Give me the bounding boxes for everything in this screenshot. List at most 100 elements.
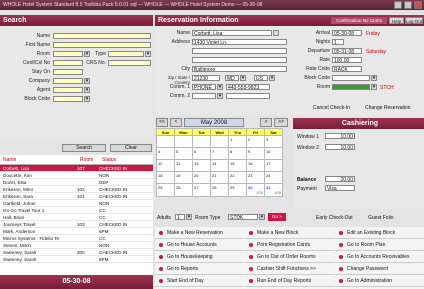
calendar-day-cell[interactable]: 23	[246, 171, 265, 184]
window2-input[interactable]: 10.00	[325, 144, 355, 151]
calendar-day-cell[interactable]: 15	[228, 159, 247, 172]
res-name-input[interactable]: Corbett, Lisa	[192, 30, 272, 37]
agent-input[interactable]	[53, 87, 83, 93]
action-link[interactable]: Print Registration Cards	[245, 239, 334, 251]
country-dropdown-button[interactable]: ▾	[269, 75, 275, 81]
departure-input[interactable]: 05-31-08	[332, 48, 362, 55]
stay-on-input[interactable]	[53, 69, 83, 75]
guest-list-row[interactable]: Go Go Travel Tour 1 CC	[0, 207, 153, 214]
company-input[interactable]	[53, 78, 83, 84]
calendar-day-cell[interactable]: 4	[156, 147, 175, 160]
close-button[interactable]	[414, 1, 422, 9]
calendar-day-cell[interactable]: 3	[264, 135, 283, 148]
comm2-type-dropdown-button[interactable]: ▾	[217, 93, 223, 99]
calendar-day-cell[interactable]: 26	[174, 183, 193, 197]
crs-input[interactable]	[108, 60, 151, 66]
guest-list-row[interactable]: Micros Systems - Fidelio Te CC	[0, 235, 153, 242]
guest-list-row[interactable]: Sweeney, Sarah 200 CHECKED IN	[0, 249, 153, 256]
guest-list-row[interactable]: Dozer, Elsa DEP	[0, 179, 153, 186]
comm1-type-dropdown-button[interactable]: ▾	[217, 84, 223, 90]
guest-list-row[interactable]: Corbett, Lisa 107 CHECKED IN	[0, 165, 153, 172]
agent-dropdown-button[interactable]: ▾	[84, 87, 90, 93]
state-dropdown-button[interactable]: ▾	[240, 75, 246, 81]
calendar-day-cell[interactable]: 8	[228, 147, 247, 160]
calendar-day-cell[interactable]: 2	[246, 135, 265, 148]
guest-list-row[interactable]: Hall, Brian CC	[0, 214, 153, 221]
country-input[interactable]: US	[254, 75, 268, 82]
col-room-header[interactable]: Room	[80, 157, 93, 163]
action-link[interactable]: Change Password	[335, 263, 424, 275]
action-link[interactable]: Go to Room Plan	[335, 239, 424, 251]
action-link[interactable]: Go to Out of Order Rooms	[245, 251, 334, 263]
guest-list-row[interactable]: Eriksson, Sara 101 CHECKED IN	[0, 193, 153, 200]
prev-month-button[interactable]: <	[170, 118, 182, 127]
rate-input[interactable]: 100.00	[332, 57, 362, 64]
rate-code-input[interactable]: RACK	[332, 66, 362, 73]
guest-list-row[interactable]: Mark, Anderson 6PM	[0, 228, 153, 235]
adults-dropdown-button[interactable]: ▾	[186, 214, 192, 220]
balance-input[interactable]: 20.00	[325, 176, 355, 183]
comm1-type-input[interactable]: PHONE	[192, 84, 216, 91]
address-line3-input[interactable]	[192, 57, 287, 63]
calendar-day-cell[interactable]: 18	[156, 171, 175, 184]
calendar-day-cell[interactable]: 16	[246, 159, 265, 172]
calendar-day-cell[interactable]: 5	[174, 147, 193, 160]
calendar-day-cell[interactable]: 17	[264, 159, 283, 172]
guest-list-row[interactable]: Doucette, Kim NON	[0, 172, 153, 179]
name-input[interactable]	[53, 33, 151, 39]
conf-input[interactable]	[53, 60, 83, 66]
room-type-input[interactable]: STDK	[228, 214, 258, 221]
calendar-day-cell[interactable]: 20	[192, 171, 211, 184]
room-type-dropdown-button[interactable]: ▾	[259, 214, 265, 220]
minimize-button[interactable]	[394, 1, 402, 9]
calendar-day-cell[interactable]: 22	[228, 171, 247, 184]
search-button[interactable]: Search	[62, 144, 106, 152]
guest-list-row[interactable]: Eriksson, Mimi 102 CHECKED IN	[0, 186, 153, 193]
cancel-checkin-link[interactable]: Cancel Check-In	[313, 105, 350, 111]
address-line2-input[interactable]	[192, 48, 287, 54]
calendar-day-cell[interactable]: 11	[156, 159, 175, 172]
block-code-res-dropdown-button[interactable]: ▾	[371, 75, 377, 81]
change-reservation-link[interactable]: Change Reservation	[365, 105, 411, 111]
action-link[interactable]: Go to House Accounts	[155, 239, 244, 251]
calendar-day-cell[interactable]: 9	[246, 147, 265, 160]
state-input[interactable]: MD	[225, 75, 239, 82]
col-name-header[interactable]: Name	[3, 157, 16, 163]
next-month-button[interactable]: >	[260, 118, 272, 127]
action-link[interactable]: Go to Reports	[155, 263, 244, 275]
comm2-type-input[interactable]	[192, 93, 216, 99]
calendar-day-cell[interactable]: 25	[156, 183, 175, 197]
address-input[interactable]: 1430 Violet Ln.	[192, 39, 287, 46]
maximize-button[interactable]	[404, 1, 412, 9]
action-link[interactable]: Make a New Block	[245, 227, 334, 239]
calendar-day-cell[interactable]: 24	[264, 171, 283, 184]
guest-list-row[interactable]: Journeys Travel 103 CHECKED IN	[0, 221, 153, 228]
action-link[interactable]: Cashier Shift Functions >>	[245, 263, 334, 275]
calendar-day-cell[interactable]: 30 100	[246, 183, 265, 197]
arrival-input[interactable]: 05-30-08	[332, 30, 362, 37]
city-input[interactable]: Baltimore	[192, 66, 287, 73]
action-link[interactable]: Go to Administration	[335, 275, 424, 287]
calendar-day-cell[interactable]: 12	[174, 159, 193, 172]
logout-button[interactable]: Log Out	[405, 17, 423, 24]
block-code-dropdown-button[interactable]: ▾	[84, 96, 90, 102]
block-code-input[interactable]	[53, 96, 83, 102]
calendar-day-cell[interactable]: 14	[210, 159, 229, 172]
comm1-input[interactable]: 443-555-9823	[226, 84, 270, 91]
calendar-day-cell[interactable]: 28	[210, 183, 229, 197]
type-dropdown-button[interactable]: ▾	[145, 51, 151, 57]
window1-input[interactable]: 10.00	[325, 133, 355, 140]
guest-folio-link[interactable]: Guest Folio	[368, 215, 394, 221]
res-name-lookup-button[interactable]	[273, 30, 279, 36]
first-name-input[interactable]	[53, 42, 151, 48]
clear-button[interactable]: Clear	[110, 144, 152, 152]
block-code-res-input[interactable]	[332, 75, 370, 81]
adults-input[interactable]: 1	[175, 214, 185, 221]
action-link[interactable]: Start End of Day	[155, 275, 244, 287]
guest-list-row[interactable]: Sweeney, Sarah 6PM	[0, 256, 153, 263]
action-link[interactable]: Run End of Day Reports	[245, 275, 334, 287]
res-room-dropdown-button[interactable]: ▾	[371, 84, 377, 90]
company-dropdown-button[interactable]: ▾	[84, 78, 90, 84]
payment-input[interactable]: Visa	[325, 185, 355, 192]
next-year-button[interactable]: >>	[274, 118, 288, 127]
